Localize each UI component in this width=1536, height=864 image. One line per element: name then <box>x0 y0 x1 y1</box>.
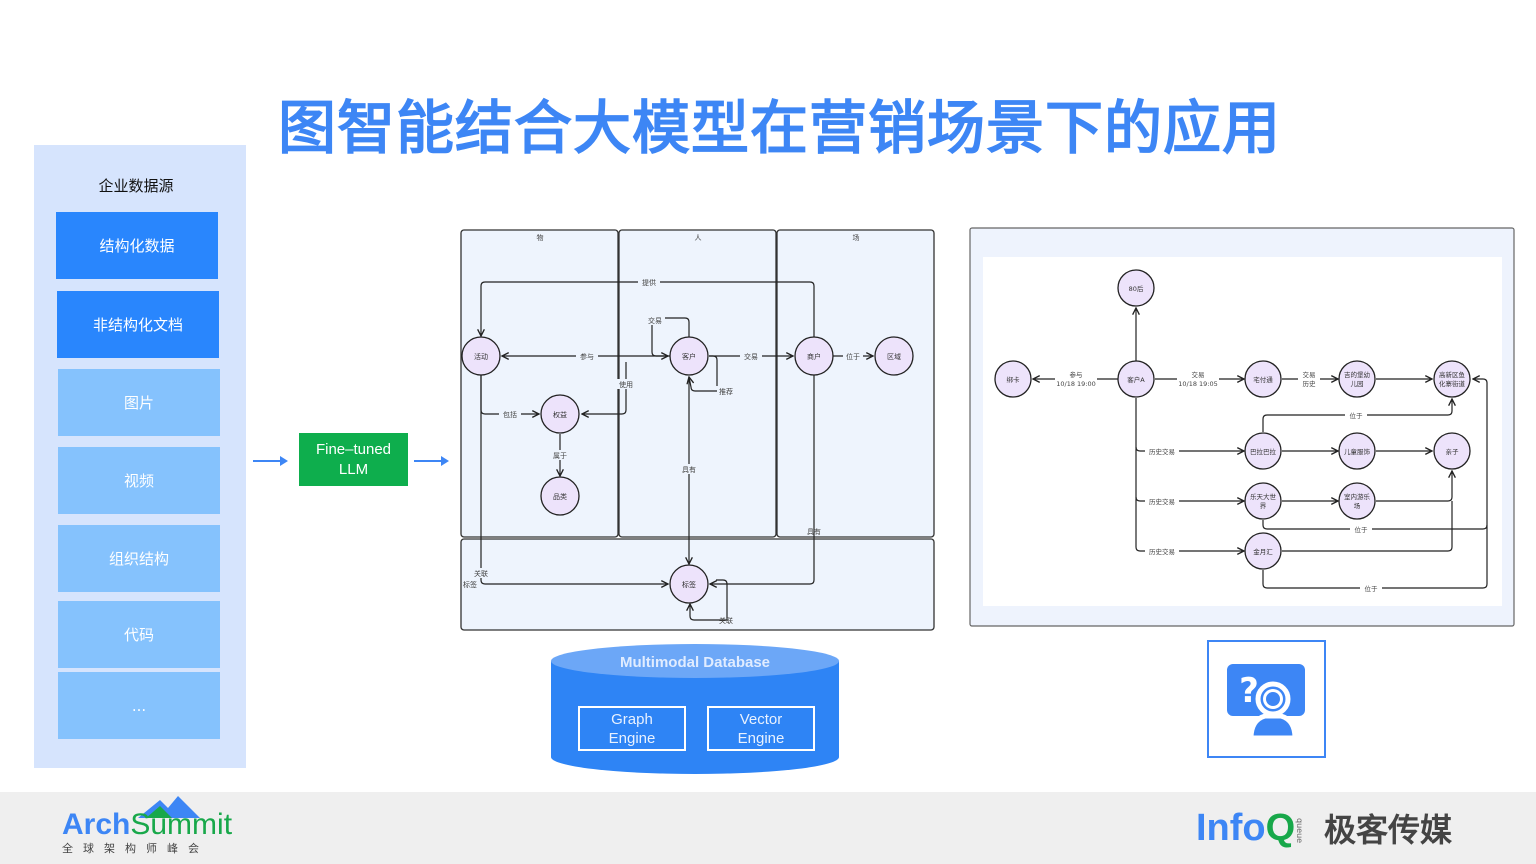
lane-place <box>776 229 935 538</box>
graph-engine-line2: Engine <box>608 729 656 747</box>
node-kindergarten <box>1338 360 1376 398</box>
edge-label-inst-trade-hist1: 交易 <box>1303 370 1316 379</box>
node-label-balabala: 巴拉巴拉 <box>1250 447 1277 456</box>
archsummit-logo-arch: Arch <box>62 808 131 841</box>
edge-label-relate-self: 关联 <box>719 616 733 625</box>
edge-label-recommend: 推荐 <box>719 387 733 396</box>
node-label-district-2: 化寨街道 <box>1439 379 1466 388</box>
archsummit-logo-summit: Summit <box>130 808 233 841</box>
lane-person <box>618 229 777 538</box>
edge-label-provide: 提供 <box>642 278 656 287</box>
edge-label-inst-hist2: 历史交易 <box>1149 497 1175 506</box>
graph-engine-line1: Graph <box>611 710 653 728</box>
edge-label-participate: 参与 <box>580 352 594 361</box>
qa-icon-box[interactable]: ? <box>1207 640 1326 758</box>
archsummit-logo: ArchSummit <box>62 808 232 842</box>
edge-label-relate-left: 关联 <box>474 569 488 578</box>
vector-engine-line2: Engine <box>737 729 785 747</box>
svg-text:?: ? <box>1239 671 1259 711</box>
node-label-tag: 标签 <box>682 580 696 589</box>
node-label-category: 品类 <box>553 492 567 501</box>
lane-label-place: 场 <box>853 233 860 242</box>
node-label-lotte-1: 乐天大世 <box>1250 492 1277 501</box>
edge-label-inst-located2: 位于 <box>1355 525 1369 534</box>
edge-label-inst-hist1: 历史交易 <box>1149 447 1175 456</box>
vector-engine-box[interactable]: Vector Engine <box>707 706 815 751</box>
node-label-kidswear: 儿童服饰 <box>1344 447 1371 456</box>
lane-thing <box>460 229 619 538</box>
vector-engine-line1: Vector <box>739 710 783 728</box>
edge-label-has-left: 具有 <box>682 465 696 474</box>
edge-label-inst-located3: 位于 <box>1365 584 1379 593</box>
edge-label-include: 包括 <box>503 410 517 419</box>
edge-label-tag-left: 标签 <box>463 580 477 589</box>
node-indoorpark <box>1338 482 1376 520</box>
node-label-region: 区域 <box>887 352 901 361</box>
infoq-logo-q: Q <box>1265 807 1296 849</box>
node-lotte <box>1244 482 1282 520</box>
database-title: Multimodal Database <box>619 654 771 671</box>
node-label-district-1: 高新区鱼 <box>1439 370 1466 379</box>
node-label-kindergarten-2: 儿园 <box>1351 380 1364 388</box>
node-label-zhaifutong: 宅付通 <box>1253 375 1273 384</box>
edge-label-trade-self: 交易 <box>648 316 662 325</box>
archsummit-subtitle: 全球架构师峰会 <box>62 842 209 855</box>
node-label-indoorpark-1: 室内游乐 <box>1344 492 1371 501</box>
node-label-80s: 80后 <box>1129 284 1144 293</box>
lane-label-thing: 物 <box>537 233 544 242</box>
node-label-customer-a: 客户A <box>1127 375 1145 384</box>
node-label-bindcard: 绑卡 <box>1007 375 1021 384</box>
lane-label-person: 人 <box>695 234 702 242</box>
edge-label-inst-located1: 位于 <box>1350 411 1364 420</box>
question-user-icon: ? <box>1227 664 1305 741</box>
edge-label-inst-participate: 参与 <box>1070 370 1083 379</box>
edge-label-inst-participate-time: 10/18 19:00 <box>1056 380 1096 388</box>
edge-label-belong: 属于 <box>553 452 567 460</box>
node-label-merchant: 商户 <box>807 352 821 361</box>
instance-graph-canvas <box>983 257 1502 606</box>
node-label-activity: 活动 <box>474 352 488 361</box>
node-label-jinyuehui: 金月汇 <box>1253 547 1273 556</box>
node-label-lotte-2: 界 <box>1260 502 1267 510</box>
edge-label-trade: 交易 <box>744 352 758 361</box>
infoq-logo-info: Info <box>1196 807 1266 849</box>
geek-media-logo: 极客传媒 <box>1324 811 1453 849</box>
node-label-customer: 客户 <box>682 352 696 361</box>
edge-label-inst-trade-time: 10/18 19:05 <box>1178 380 1218 388</box>
edge-label-located: 位于 <box>846 352 860 361</box>
edge-label-inst-trade-hist2: 历史 <box>1303 379 1317 388</box>
infoq-logo: InfoQ <box>1196 806 1295 850</box>
edge-label-has-right: 具有 <box>807 527 821 536</box>
edge-label-inst-hist3: 历史交易 <box>1149 547 1175 556</box>
edge-label-inst-trade: 交易 <box>1192 370 1205 379</box>
node-district <box>1433 360 1471 398</box>
infoq-queue-label: queue <box>1295 818 1304 844</box>
graph-engine-box[interactable]: Graph Engine <box>578 706 686 751</box>
node-label-kindergarten-1: 吉的堡幼 <box>1344 370 1370 379</box>
node-label-benefit: 权益 <box>553 410 567 419</box>
node-label-parentchild: 亲子 <box>1446 447 1460 456</box>
edge-label-use: 使用 <box>619 380 633 389</box>
node-label-indoorpark-2: 场 <box>1354 501 1361 510</box>
